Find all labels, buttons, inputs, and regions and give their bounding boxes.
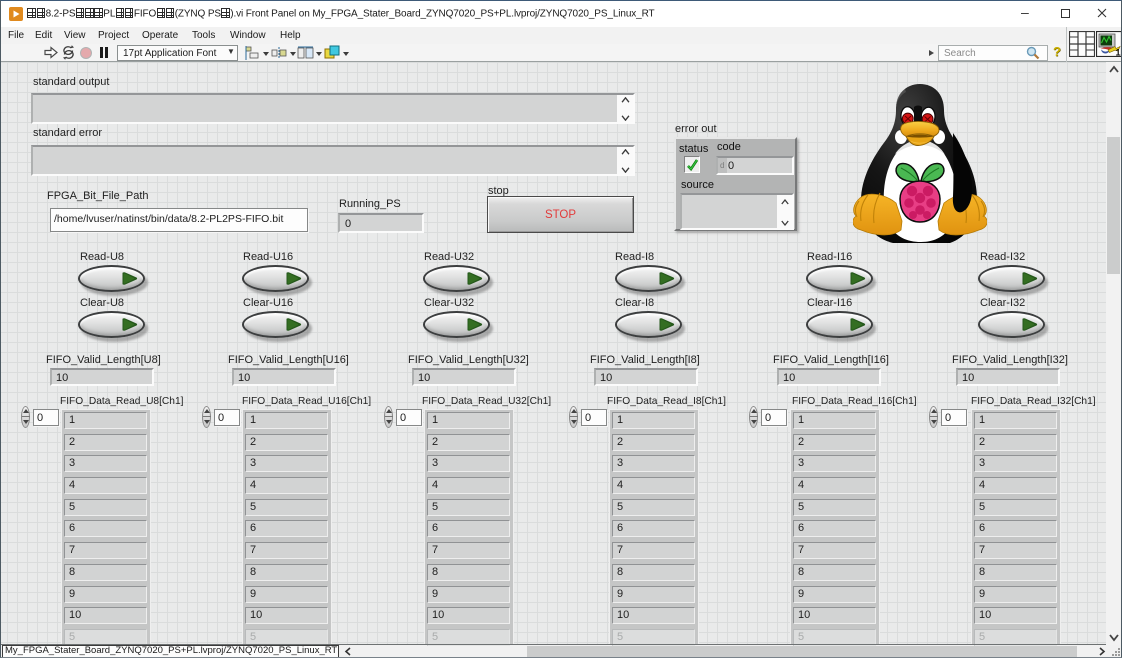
svg-text:1: 1: [1116, 48, 1121, 58]
